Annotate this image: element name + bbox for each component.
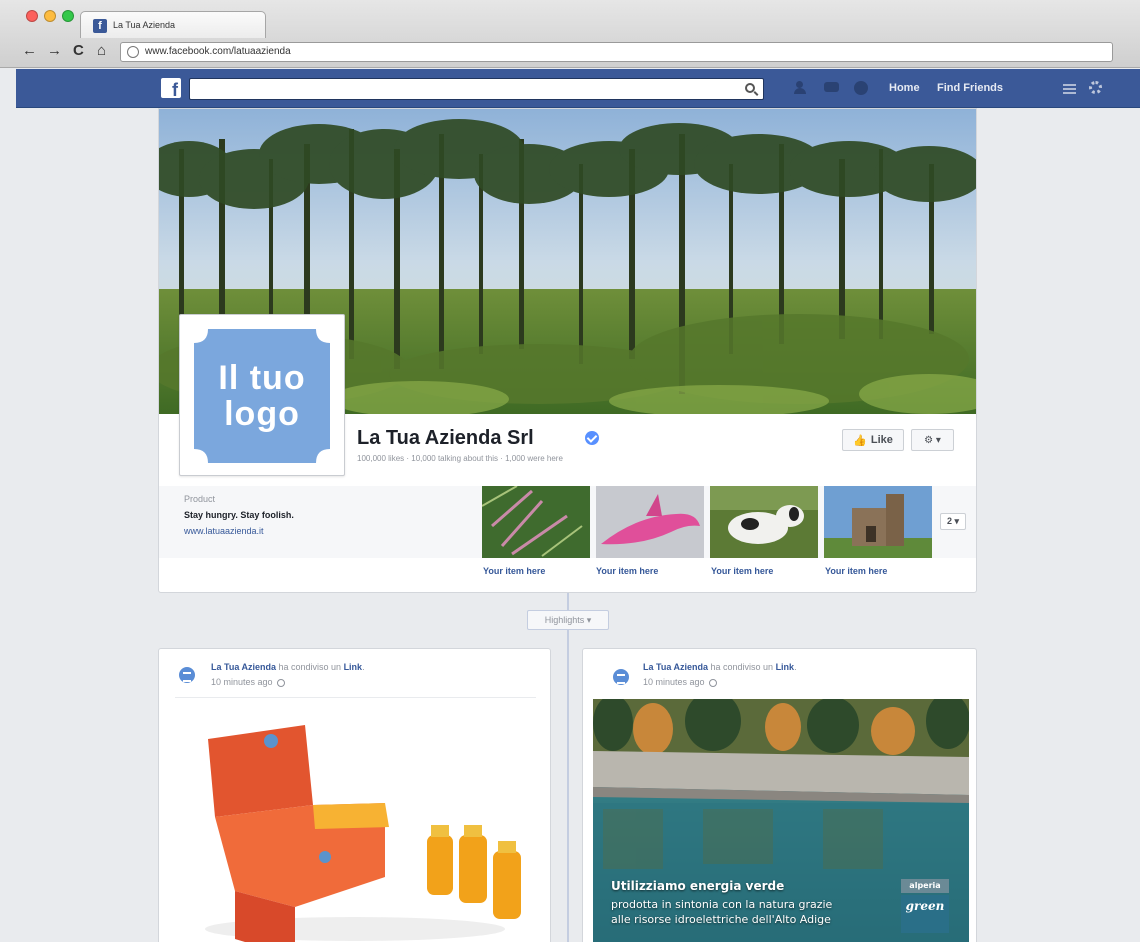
post-header: La Tua Azienda ha condiviso un Link. — [211, 662, 365, 672]
more-apps-button[interactable]: 2 ▾ — [940, 513, 966, 530]
reload-button[interactable]: C — [73, 43, 84, 58]
post-divider — [175, 697, 536, 698]
settings-gear-icon[interactable] — [1089, 81, 1102, 94]
post-suffix: . — [794, 662, 797, 672]
address-bar[interactable]: www.facebook.com/latuaazienda — [120, 42, 1113, 62]
timeline-spine — [567, 593, 569, 942]
like-button[interactable]: 👍 Like — [842, 429, 904, 451]
app-thumb-dog[interactable] — [710, 486, 818, 558]
post-timestamp[interactable]: 10 minutes ago — [643, 677, 718, 687]
post-image-product[interactable] — [175, 707, 536, 942]
app-label-3[interactable]: Your item here — [711, 566, 773, 576]
tab-title: La Tua Azienda — [113, 20, 176, 30]
highlights-dropdown[interactable]: Highlights ▾ — [527, 610, 609, 630]
alperia-badge-bottom: green — [901, 895, 949, 933]
post-object-link[interactable]: Link — [344, 662, 363, 672]
home-link[interactable]: Home — [889, 82, 920, 94]
globe-icon — [127, 46, 139, 58]
messages-icon[interactable] — [824, 81, 840, 95]
about-box: Product Stay hungry. Stay foolish. www.l… — [159, 486, 475, 558]
ad-title: Utilizziamo energia verde — [611, 879, 785, 893]
post-time-text: 10 minutes ago — [643, 677, 705, 687]
page-options-button[interactable]: ⚙ ▾ — [911, 429, 954, 451]
thumbs-up-icon: 👍 — [853, 434, 867, 447]
home-button[interactable]: ⌂ — [97, 43, 106, 58]
timeline-post-right: La Tua Azienda ha condiviso un Link. 10 … — [582, 648, 977, 942]
logo-placeholder: Il tuo logo — [194, 329, 330, 463]
app-thumb-castle[interactable] — [824, 486, 932, 558]
back-button[interactable]: ← — [22, 43, 37, 58]
post-timestamp[interactable]: 10 minutes ago — [211, 677, 286, 687]
facebook-favicon-icon: f — [93, 19, 107, 33]
page-header-card: Il tuo logo La Tua Azienda Srl 100,000 l… — [158, 108, 977, 593]
timeline-post-left: La Tua Azienda ha condiviso un Link. 10 … — [158, 648, 551, 942]
ad-line-2: alle risorse idroelettriche dell'Alto Ad… — [611, 913, 831, 926]
page-title[interactable]: La Tua Azienda Srl — [357, 427, 534, 450]
post-time-text: 10 minutes ago — [211, 677, 273, 687]
alperia-green-badge: alperia green — [901, 879, 949, 933]
friend-requests-icon[interactable] — [794, 81, 810, 95]
page-category: Product — [184, 494, 216, 504]
close-window-button[interactable] — [26, 10, 38, 22]
page-avatar-icon[interactable] — [613, 669, 629, 685]
post-image-ad[interactable]: Utilizziamo energia verde prodotta in si… — [593, 699, 969, 942]
search-input[interactable] — [189, 78, 764, 100]
browser-tab[interactable]: f La Tua Azienda — [80, 11, 266, 38]
verified-badge-icon — [585, 431, 599, 445]
page-description: Stay hungry. Stay foolish. — [184, 510, 294, 520]
notifications-icon[interactable] — [854, 81, 870, 95]
app-thumb-fern[interactable] — [482, 486, 590, 558]
browser-chrome: f La Tua Azienda ← → C ⌂ www.facebook.co… — [0, 0, 1140, 68]
alperia-badge-top: alperia — [901, 879, 949, 893]
post-suffix: . — [362, 662, 365, 672]
app-thumb-dolphin[interactable] — [596, 486, 704, 558]
facebook-top-bar: f Home Find Friends — [16, 69, 1140, 108]
app-label-2[interactable]: Your item here — [596, 566, 658, 576]
forward-button[interactable]: → — [47, 43, 62, 58]
page-stats: 100,000 likes · 10,000 talking about thi… — [357, 454, 563, 463]
find-friends-link[interactable]: Find Friends — [937, 82, 1003, 94]
ad-line-1: prodotta in sintonia con la natura grazi… — [611, 898, 833, 911]
post-action-text: ha condiviso un — [276, 662, 344, 672]
search-icon[interactable] — [745, 83, 755, 93]
profile-picture[interactable]: Il tuo logo — [179, 314, 345, 476]
post-action-text: ha condiviso un — [708, 662, 776, 672]
zoom-window-button[interactable] — [62, 10, 74, 22]
app-label-1[interactable]: Your item here — [483, 566, 545, 576]
post-author-link[interactable]: La Tua Azienda — [211, 662, 276, 672]
privacy-shortcuts-icon[interactable] — [1063, 82, 1076, 94]
post-header: La Tua Azienda ha condiviso un Link. — [643, 662, 797, 672]
url-text: www.facebook.com/latuaazienda — [145, 46, 291, 57]
like-label: Like — [870, 434, 893, 446]
post-author-link[interactable]: La Tua Azienda — [643, 662, 708, 672]
app-label-4[interactable]: Your item here — [825, 566, 887, 576]
website-link[interactable]: www.latuaazienda.it — [184, 526, 264, 536]
logo-line-1: Il tuo — [218, 359, 306, 397]
page-avatar-icon[interactable] — [179, 667, 195, 683]
facebook-logo-icon[interactable]: f — [161, 78, 181, 98]
logo-text: Il tuo logo — [194, 329, 330, 463]
logo-line-2: logo — [224, 395, 300, 433]
post-object-link[interactable]: Link — [776, 662, 795, 672]
minimize-window-button[interactable] — [44, 10, 56, 22]
public-globe-icon — [277, 678, 286, 687]
public-globe-icon — [709, 678, 718, 687]
